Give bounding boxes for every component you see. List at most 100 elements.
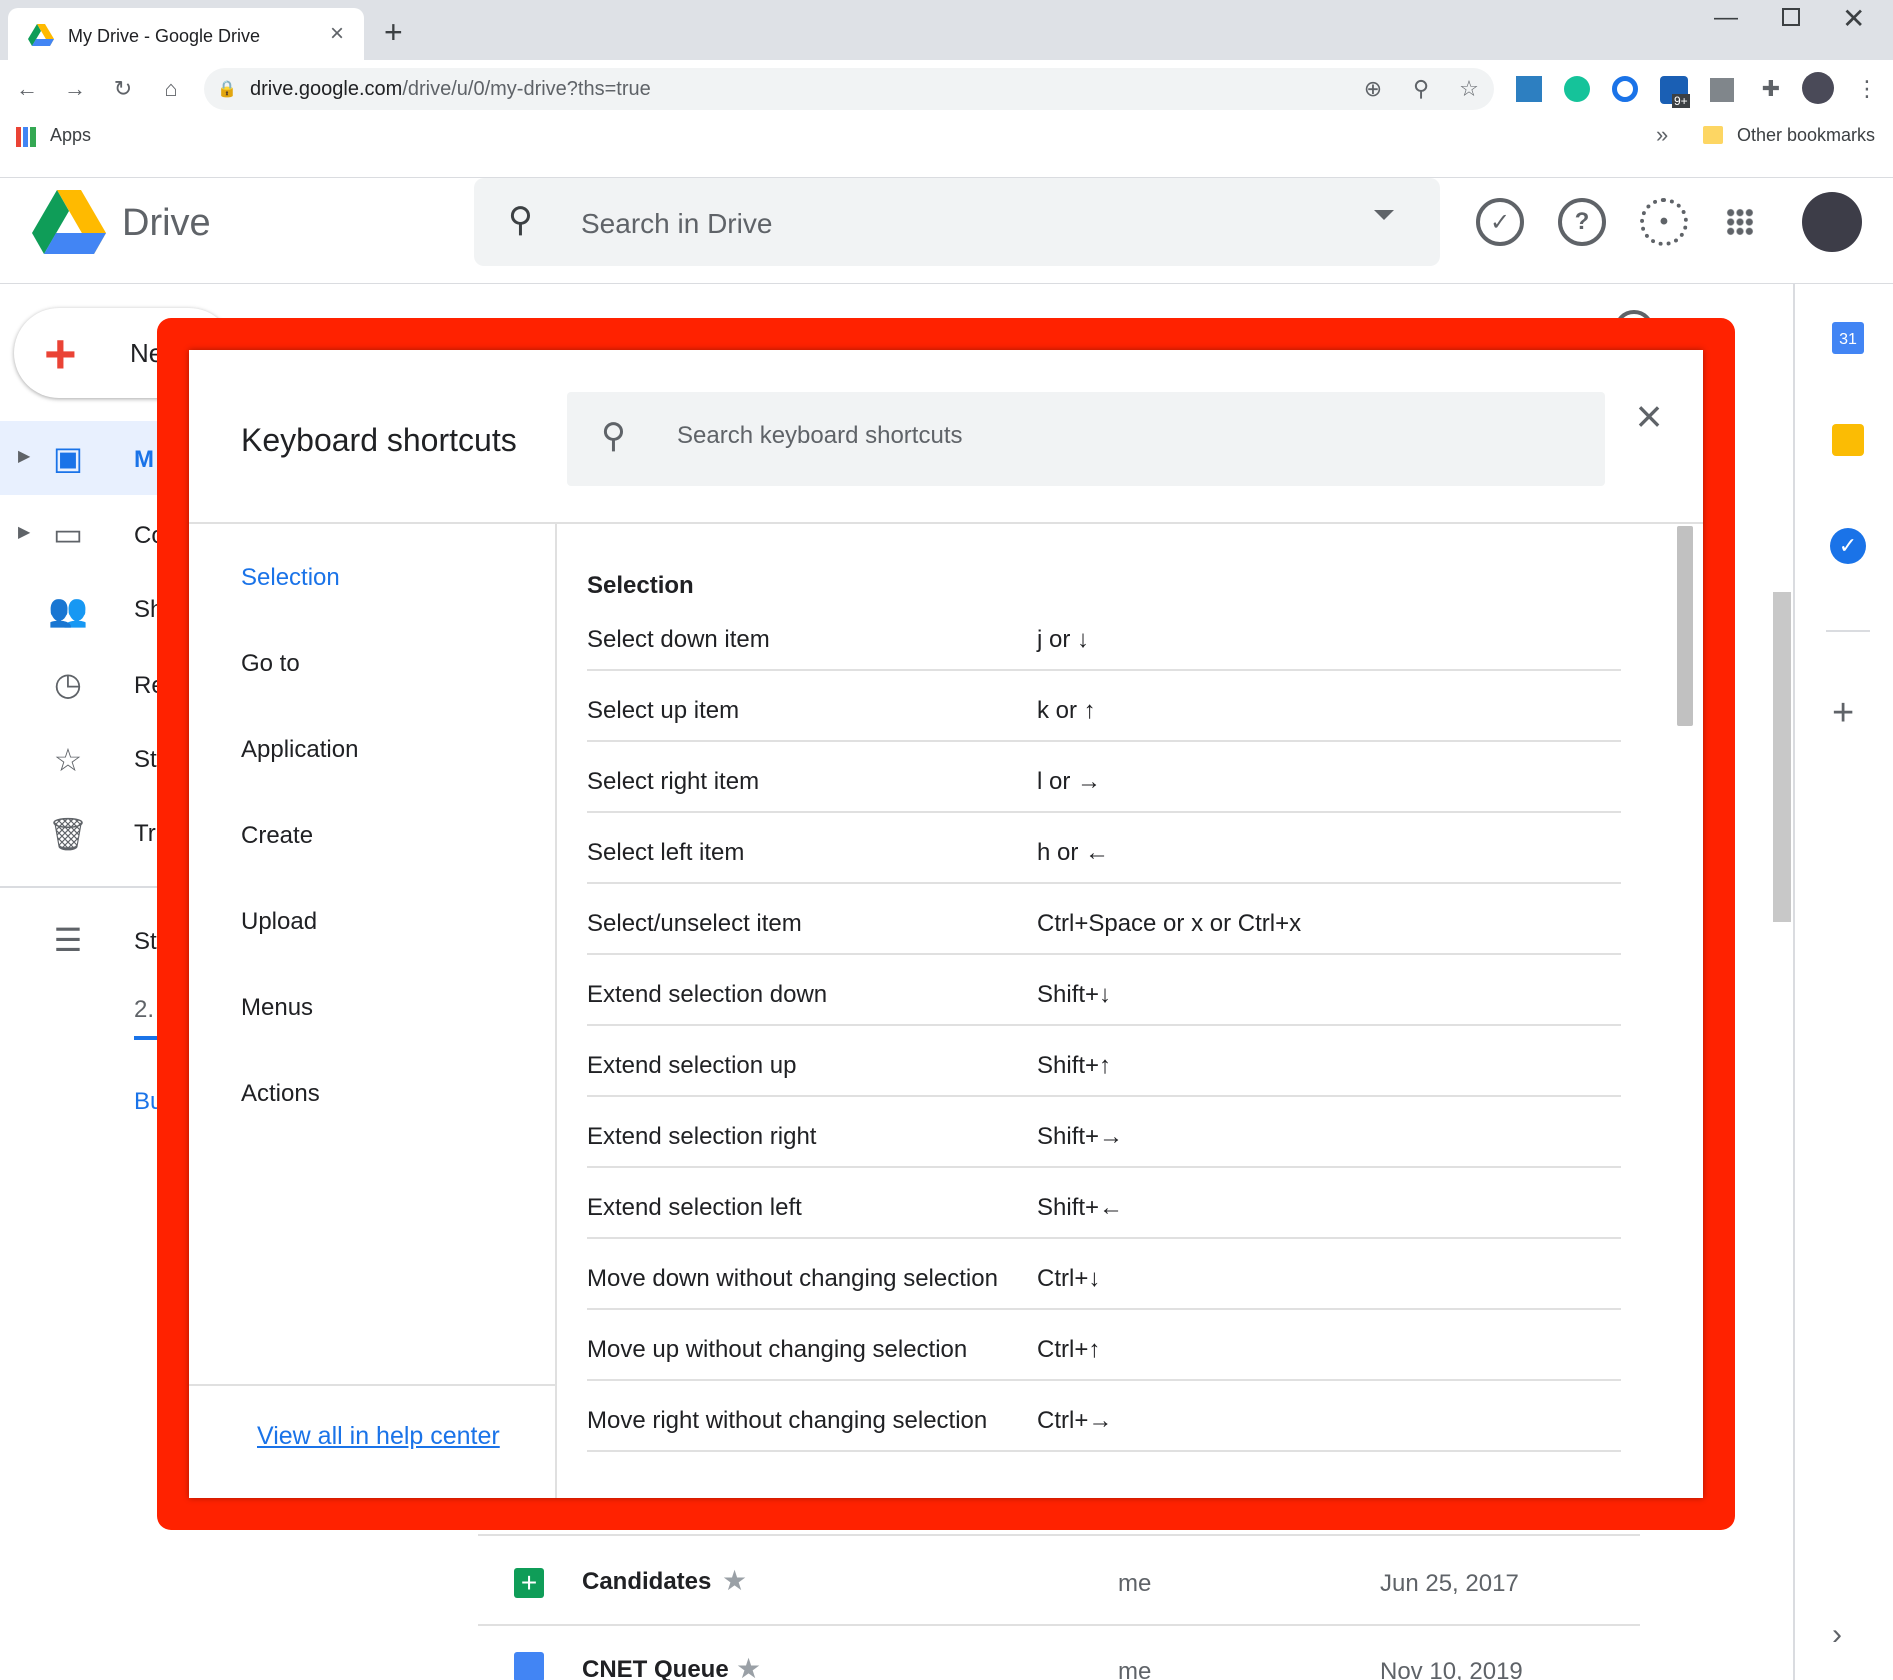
new-tab-button[interactable]: +: [384, 14, 403, 51]
shortcut-keys: Ctrl+↑: [1037, 1336, 1100, 1364]
star-icon[interactable]: ★: [722, 1564, 747, 1597]
account-avatar[interactable]: [1802, 192, 1862, 252]
lock-icon[interactable]: 🔒: [212, 74, 242, 104]
extension-gray-icon[interactable]: [1710, 78, 1734, 102]
shortcut-search-input[interactable]: Search keyboard shortcuts: [677, 422, 962, 450]
nav-item-go-to[interactable]: Go to: [241, 650, 300, 678]
shortcut-name: Move up without changing selection: [587, 1336, 967, 1364]
offline-ready-icon[interactable]: ✓: [1476, 198, 1524, 246]
shortcut-keys: l or →: [1037, 768, 1101, 796]
drive-app-name: Drive: [122, 202, 211, 245]
close-icon[interactable]: ×: [1629, 396, 1669, 436]
file-name[interactable]: CNET Queue: [582, 1656, 729, 1680]
install-icon[interactable]: ⊕: [1358, 74, 1388, 104]
folder-icon: [1703, 126, 1723, 144]
shortcut-row: Extend selection upShift+↑: [587, 1026, 1621, 1097]
shortcut-row: Select left item h or ←: [587, 813, 1621, 884]
shortcut-keys: Ctrl+↓: [1037, 1265, 1100, 1293]
nav-item-application[interactable]: Application: [241, 736, 358, 764]
profile-avatar[interactable]: [1802, 72, 1834, 104]
bookmarks-overflow-icon[interactable]: »: [1656, 122, 1668, 148]
shortcut-name: Select left item: [587, 839, 744, 867]
file-date: Jun 25, 2017: [1380, 1570, 1519, 1598]
expand-arrow-icon[interactable]: ▶: [18, 522, 30, 542]
search-icon: ⚲: [601, 416, 626, 456]
window-close-icon[interactable]: ✕: [1842, 2, 1865, 35]
shared-icon: 👥: [48, 590, 88, 630]
bookmark-apps[interactable]: Apps: [50, 125, 91, 146]
file-row[interactable]: + Candidates ★ me Jun 25, 2017: [478, 1540, 1640, 1624]
shortcut-row: Extend selection leftShift+←: [587, 1168, 1621, 1239]
zoom-icon[interactable]: ⚲: [1406, 74, 1436, 104]
other-bookmarks[interactable]: Other bookmarks: [1737, 125, 1875, 146]
shortcut-row: Select/unselect itemCtrl+Space or x or C…: [587, 884, 1621, 955]
extensions-puzzle-icon[interactable]: ✚: [1756, 74, 1786, 104]
calendar-icon[interactable]: 31: [1832, 322, 1864, 354]
file-name[interactable]: Candidates: [582, 1568, 711, 1596]
apps-grid-icon[interactable]: [16, 127, 36, 147]
home-icon[interactable]: ⌂: [156, 74, 186, 104]
shortcut-row: Move down without changing selectionCtrl…: [587, 1239, 1621, 1310]
bookmark-star-icon[interactable]: ☆: [1454, 74, 1484, 104]
sidebar-divider: [0, 886, 160, 888]
search-options-icon[interactable]: [1374, 210, 1394, 220]
side-panel-divider: [1793, 284, 1795, 1680]
shortcut-keys: j or ↓: [1037, 626, 1089, 654]
forward-icon[interactable]: →: [60, 74, 90, 104]
shortcut-keys: h or ←: [1037, 839, 1109, 867]
sidebar-label-starred[interactable]: St: [134, 746, 157, 774]
settings-gear-icon[interactable]: •: [1640, 198, 1688, 246]
shortcut-keys: k or ↑: [1037, 697, 1096, 725]
tab-title: My Drive - Google Drive: [68, 26, 260, 47]
url-text[interactable]: drive.google.com/drive/u/0/my-drive?ths=…: [250, 78, 651, 101]
help-center-link[interactable]: View all in help center: [257, 1422, 500, 1451]
file-date: Nov 10, 2019: [1380, 1658, 1523, 1680]
back-icon[interactable]: ←: [12, 74, 42, 104]
dialog-nav-divider: [555, 522, 557, 1498]
extension-c-icon[interactable]: [1612, 76, 1638, 102]
browser-tab[interactable]: My Drive - Google Drive ×: [8, 8, 364, 60]
dialog-scrollbar[interactable]: [1677, 526, 1693, 726]
page-scrollbar[interactable]: [1773, 592, 1791, 922]
reload-icon[interactable]: ↻: [108, 74, 138, 104]
shortcut-row: Move up without changing selection Ctrl+↑: [587, 1310, 1621, 1381]
shortcut-row: Select down itemj or ↓: [587, 600, 1621, 671]
nav-item-create[interactable]: Create: [241, 822, 313, 850]
expand-panel-icon[interactable]: ›: [1832, 1618, 1842, 1652]
side-panel-separator: [1826, 630, 1870, 632]
chrome-menu-icon[interactable]: ⋮: [1852, 74, 1882, 104]
drive-search-input[interactable]: Search in Drive: [581, 208, 772, 240]
sidebar-label-storage[interactable]: St: [134, 928, 157, 956]
maximize-icon[interactable]: [1782, 8, 1800, 26]
minimize-icon[interactable]: —: [1714, 4, 1738, 32]
expand-arrow-icon[interactable]: ▶: [18, 446, 30, 466]
help-icon[interactable]: ?: [1558, 198, 1606, 246]
my-drive-icon: ▣: [48, 438, 88, 478]
nav-item-actions[interactable]: Actions: [241, 1080, 320, 1108]
tab-close-icon[interactable]: ×: [330, 20, 344, 48]
search-icon[interactable]: ⚲: [508, 200, 533, 240]
shortcut-name: Select up item: [587, 697, 739, 725]
tasks-icon[interactable]: ✓: [1830, 528, 1866, 564]
keep-icon[interactable]: [1832, 424, 1864, 456]
nav-item-menus[interactable]: Menus: [241, 994, 313, 1022]
star-icon[interactable]: ★: [736, 1652, 761, 1680]
new-plus-icon: +: [44, 334, 77, 374]
storage-used: 2.: [134, 996, 154, 1024]
nav-item-upload[interactable]: Upload: [241, 908, 317, 936]
nav-item-selection[interactable]: Selection: [241, 564, 340, 592]
grammarly-icon[interactable]: [1564, 76, 1590, 102]
sidebar-label-my-drive: M: [134, 446, 154, 474]
shortcut-row: Extend selection downShift+↓: [587, 955, 1621, 1026]
file-row[interactable]: CNET Queue ★ me Nov 10, 2019: [478, 1626, 1640, 1680]
sidebar-label-trash[interactable]: Tr: [134, 820, 156, 848]
shortcut-name: Extend selection right: [587, 1123, 816, 1151]
file-owner: me: [1118, 1658, 1151, 1680]
add-addon-icon[interactable]: +: [1832, 694, 1854, 732]
dialog-divider: [189, 522, 1703, 524]
extension-s-icon[interactable]: [1516, 76, 1542, 102]
storage-icon: ☰: [48, 920, 88, 960]
shortcut-keys: Shift+↓: [1037, 981, 1111, 1009]
google-apps-icon[interactable]: [1726, 208, 1754, 236]
dialog-title: Keyboard shortcuts: [241, 422, 517, 459]
